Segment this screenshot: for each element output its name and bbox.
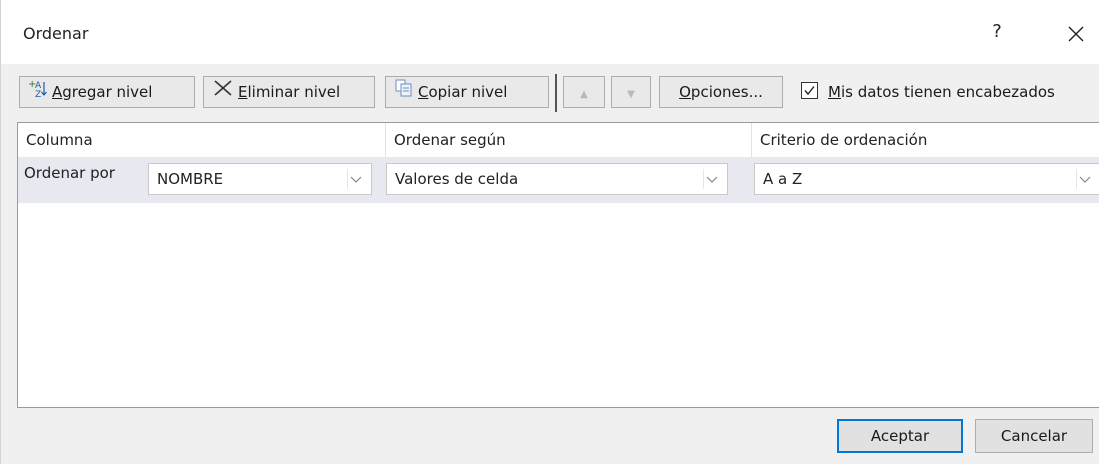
chevron-down-icon[interactable] — [347, 169, 365, 189]
sort-dialog: Ordenar ? + A Z Agregar nivel Eliminar n… — [0, 0, 1099, 464]
sort-levels-grid: Columna Ordenar según Criterio de ordena… — [17, 122, 1099, 408]
headers-checkbox-label: is datos tienen encabezados — [840, 83, 1055, 101]
chevron-down-icon[interactable] — [703, 169, 721, 189]
title-bar: Ordenar ? — [1, 0, 1099, 64]
toolbar-separator — [555, 74, 557, 112]
copy-level-button[interactable]: Copiar nivel — [385, 76, 549, 108]
dialog-title: Ordenar — [23, 24, 89, 43]
arrow-down-icon: ▼ — [627, 89, 635, 100]
order-select[interactable]: A a Z — [754, 163, 1099, 195]
svg-text:Z: Z — [35, 90, 41, 98]
header-order: Criterio de ordenación — [760, 131, 928, 149]
options-label: pciones... — [690, 83, 763, 101]
ok-button[interactable]: Aceptar — [837, 419, 963, 453]
headers-checkbox-accel: M — [828, 83, 841, 101]
delete-level-label: liminar nivel — [247, 83, 341, 101]
copy-level-accel: C — [418, 83, 429, 101]
add-level-icon: + A Z — [28, 78, 48, 108]
add-level-accel: A — [52, 83, 63, 101]
order-select-value: A a Z — [763, 170, 803, 188]
add-level-label: gregar nivel — [62, 83, 153, 101]
move-down-button[interactable]: ▼ — [611, 76, 651, 108]
sort-on-select-value: Valores de celda — [395, 170, 519, 188]
headers-checkbox-group[interactable]: Mis datos tienen encabezados — [801, 76, 1055, 108]
sort-level-row[interactable]: Ordenar por NOMBRE Valores de celda A a … — [18, 157, 1099, 203]
headers-checkbox[interactable] — [801, 82, 818, 99]
column-select-value: NOMBRE — [157, 170, 224, 188]
arrow-up-icon: ▲ — [580, 89, 588, 100]
copy-icon — [394, 78, 414, 108]
copy-level-label: opiar nivel — [428, 83, 508, 101]
close-button[interactable] — [1061, 18, 1091, 48]
row-label: Ordenar por — [24, 164, 115, 182]
chevron-down-icon[interactable] — [1076, 169, 1094, 189]
options-button[interactable]: Opciones... — [659, 76, 783, 108]
grid-header-row: Columna Ordenar según Criterio de ordena… — [18, 123, 1099, 158]
column-select[interactable]: NOMBRE — [148, 163, 372, 195]
help-button[interactable]: ? — [983, 18, 1011, 46]
delete-x-icon — [212, 78, 234, 108]
delete-level-button[interactable]: Eliminar nivel — [203, 76, 375, 108]
close-icon — [1068, 26, 1084, 42]
move-up-button[interactable]: ▲ — [563, 76, 605, 108]
add-level-button[interactable]: + A Z Agregar nivel — [19, 76, 195, 108]
cancel-button[interactable]: Cancelar — [975, 419, 1093, 453]
sort-on-select[interactable]: Valores de celda — [386, 163, 728, 195]
toolbar: + A Z Agregar nivel Eliminar nivel Copia… — [1, 64, 1099, 120]
options-accel: O — [679, 83, 691, 101]
header-sort-on: Ordenar según — [386, 123, 752, 157]
checkmark-icon — [804, 86, 815, 96]
header-column: Columna — [18, 123, 386, 157]
